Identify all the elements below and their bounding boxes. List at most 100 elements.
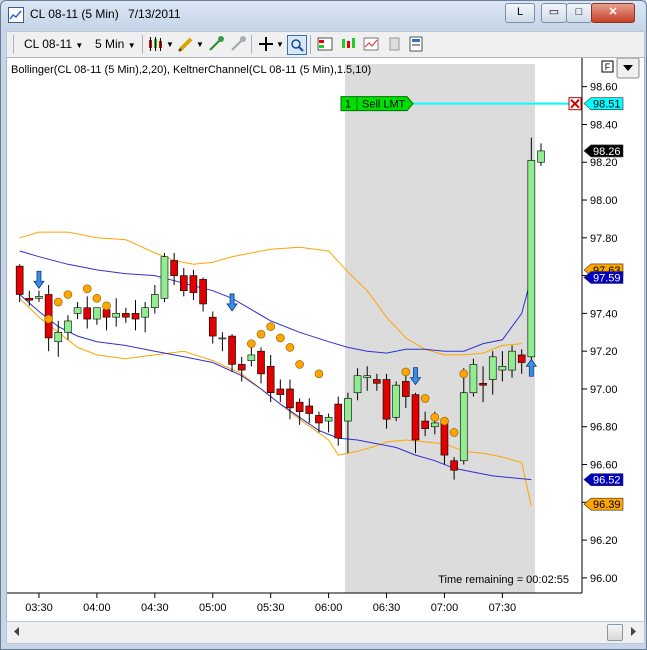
- signal-dot: [285, 343, 295, 352]
- scroll-thumb[interactable]: [607, 624, 623, 641]
- candle: [334, 396, 343, 446]
- y-tick-label: 97.80: [590, 233, 618, 245]
- instrument-selector[interactable]: CL 08-11 ▼: [24, 35, 83, 54]
- chart-trader-icon[interactable]: [316, 35, 334, 53]
- indicators-icon[interactable]: [362, 35, 380, 53]
- candle-body: [517, 354, 526, 363]
- maximize-button[interactable]: □: [566, 3, 592, 23]
- chevron-down-icon[interactable]: ▼: [276, 35, 284, 54]
- candle: [83, 296, 92, 329]
- x-tick-label: 06:00: [315, 602, 343, 614]
- zoom-icon[interactable]: [287, 35, 307, 55]
- f-button-label: F: [605, 62, 611, 72]
- candle-body: [83, 307, 92, 320]
- y-tick-label: 96.80: [590, 422, 618, 434]
- properties-icon[interactable]: [407, 35, 425, 53]
- price-tag-label: 98.26: [593, 146, 621, 158]
- x-tick-label: 05:00: [199, 602, 227, 614]
- candle-body: [257, 350, 265, 375]
- candle: [25, 290, 34, 306]
- candle-body: [35, 296, 43, 299]
- bar-type-icon[interactable]: [147, 35, 165, 53]
- candle-body: [344, 398, 352, 422]
- candle-body: [25, 297, 34, 301]
- x-tick-label: 05:30: [257, 602, 285, 614]
- interval-selector[interactable]: 5 Min ▼: [95, 35, 136, 54]
- horizontal-scrollbar[interactable]: [6, 621, 645, 644]
- signal-dot: [82, 284, 92, 294]
- candle-body: [295, 401, 304, 412]
- chevron-down-icon[interactable]: ▼: [166, 35, 174, 54]
- price-tag: 96.52: [583, 473, 624, 487]
- candle: [469, 358, 478, 397]
- candle: [54, 320, 63, 357]
- scroll-right-button[interactable]: [625, 623, 642, 640]
- arrow-left-icon: [14, 627, 19, 636]
- minimize-button[interactable]: ▭: [541, 3, 567, 23]
- candle-body: [189, 275, 198, 293]
- data-series-icon[interactable]: [340, 35, 358, 53]
- close-button[interactable]: ✕: [591, 3, 635, 23]
- f-button[interactable]: F: [601, 60, 614, 73]
- candle: [35, 290, 43, 303]
- add-indicator-icon[interactable]: [207, 35, 225, 53]
- candle: [392, 381, 400, 422]
- x-axis: 03:30 04:00 04:30 05:00 05:30 06:00 06:30 07:00…: [25, 593, 516, 614]
- arrow-right-icon: [631, 627, 636, 636]
- candle: [228, 334, 236, 372]
- signal-dot: [63, 290, 73, 299]
- strategies-icon[interactable]: [385, 35, 403, 53]
- session-highlight: [345, 64, 535, 593]
- price-tag-label: 96.52: [593, 475, 621, 487]
- x-tick-label: 04:30: [141, 602, 169, 614]
- candle-body: [141, 307, 149, 318]
- crosshair-icon[interactable]: [257, 35, 275, 53]
- candle-body: [411, 394, 420, 441]
- price-chart[interactable]: 98.6098.4098.2098.0097.8097.6097.4097.20…: [7, 57, 644, 622]
- toolbar-grip: [13, 35, 14, 54]
- signal-dot: [102, 301, 111, 311]
- y-tick-label: 96.20: [590, 535, 618, 547]
- chevron-down-icon[interactable]: ▼: [196, 35, 204, 54]
- title-bar[interactable]: CL 08-11 (5 Min) 7/13/2011 L ▭ □ ✕: [1, 1, 646, 29]
- candle-body: [122, 313, 130, 318]
- candle-body: [276, 388, 285, 395]
- cancel-order-icon[interactable]: [568, 97, 582, 111]
- pencil-draw-icon[interactable]: [177, 35, 195, 53]
- price-tag-label: 98.51: [593, 99, 621, 111]
- candle-body: [402, 381, 410, 397]
- candle: [112, 298, 120, 327]
- chart-panel[interactable]: 98.6098.4098.2098.0097.8097.6097.4097.20…: [6, 57, 645, 623]
- candle: [93, 307, 101, 325]
- candle-body: [237, 364, 246, 371]
- candle-body: [160, 256, 169, 299]
- signal-dot: [92, 293, 102, 303]
- toolbar-separator: [251, 35, 252, 54]
- candle-body: [64, 320, 72, 333]
- candle-body: [102, 309, 111, 318]
- candle-body: [430, 422, 439, 428]
- candle-body: [131, 313, 140, 320]
- indicator-label: Bollinger(CL 08-11 (5 Min),2,20), Keltne…: [11, 64, 371, 76]
- price-tag: 98.26: [583, 144, 624, 158]
- candle-body: [508, 350, 516, 371]
- link-button[interactable]: L: [505, 3, 535, 23]
- price-tag: 96.39: [583, 497, 624, 511]
- signal-dot: [430, 412, 440, 422]
- candle-body: [479, 382, 487, 386]
- candle: [73, 302, 82, 320]
- candle-body: [363, 375, 372, 378]
- toolbar-separator: [142, 35, 143, 54]
- order-qty: 1: [345, 99, 351, 111]
- y-tick-label: 96.00: [590, 573, 618, 585]
- scroll-left-button[interactable]: [8, 623, 25, 640]
- candle-body: [440, 422, 449, 456]
- chart-menu-button[interactable]: [616, 57, 640, 79]
- candle-body: [450, 460, 458, 471]
- candle-body: [334, 403, 343, 439]
- strategy-icon[interactable]: [229, 35, 247, 53]
- price-tag: 97.59: [583, 271, 624, 284]
- candle-body: [151, 294, 159, 309]
- candle-body: [537, 150, 545, 163]
- candle: [537, 143, 545, 167]
